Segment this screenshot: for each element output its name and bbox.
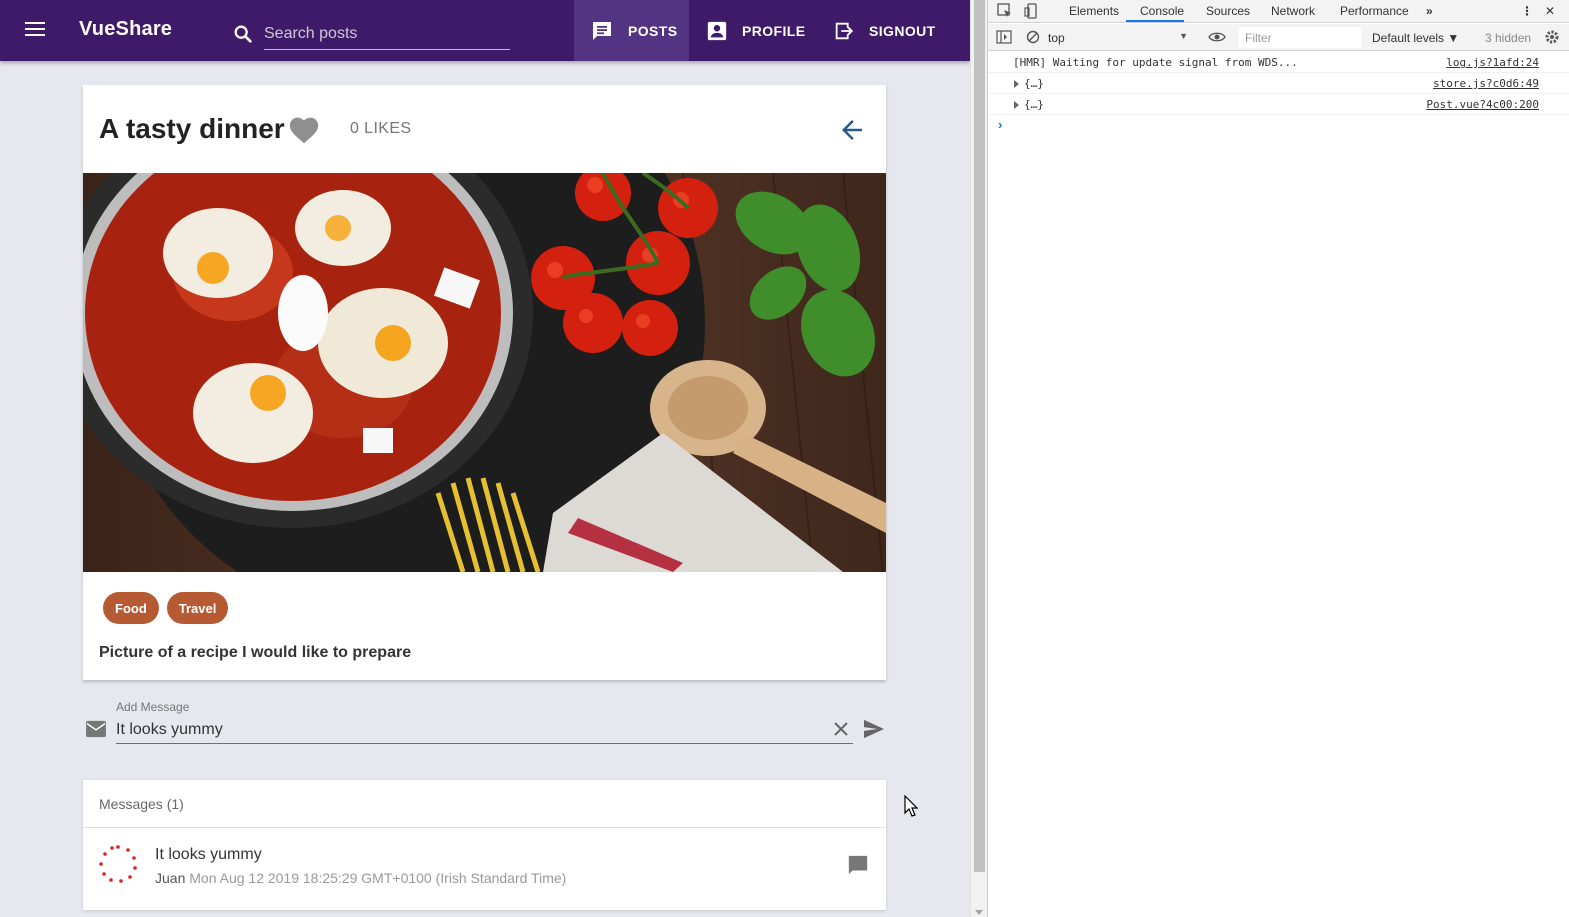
log-message: {…} xyxy=(1024,98,1044,111)
expand-triangle-icon[interactable] xyxy=(1014,80,1019,88)
message-text: It looks yummy xyxy=(155,846,262,863)
tag-chip[interactable]: Travel xyxy=(166,592,229,624)
console-log-row[interactable]: {…} store.js?c0d6:49 xyxy=(988,73,1569,94)
log-message: {…} xyxy=(1024,77,1044,90)
tag-list: Food Travel xyxy=(103,592,229,624)
devtools-tab-performance[interactable]: Performance xyxy=(1340,4,1409,18)
dropdown-caret-icon: ▼ xyxy=(1179,31,1188,41)
expand-triangle-icon[interactable] xyxy=(1014,101,1019,109)
scrollbar-thumb[interactable] xyxy=(974,0,985,872)
message-form: Add Message xyxy=(83,698,886,750)
post-description: Picture of a recipe I would like to prep… xyxy=(99,644,412,661)
nav-signout-button[interactable]: SIGNOUT xyxy=(833,0,936,61)
console-toolbar: top ▼ Default levels ▼ 3 hidden xyxy=(988,24,1569,51)
menu-icon[interactable] xyxy=(20,17,50,43)
console-filter-input[interactable] xyxy=(1239,27,1361,48)
search-icon xyxy=(234,25,252,43)
active-tab-indicator xyxy=(1126,20,1184,22)
post-image xyxy=(83,173,886,572)
log-source-link[interactable]: log.js?1afd:24 xyxy=(1446,56,1539,69)
heart-icon[interactable] xyxy=(287,113,321,145)
message-author: Juan xyxy=(155,870,186,886)
list-item[interactable]: It looks yummy Juan Mon Aug 12 2019 18:2… xyxy=(83,829,886,907)
device-toolbar-icon[interactable] xyxy=(1024,3,1040,19)
kebab-menu-icon[interactable]: ⋮ xyxy=(1521,4,1533,18)
console-log-row[interactable]: {…} Post.vue?4c00:200 xyxy=(988,94,1569,115)
page-scrollbar[interactable] xyxy=(970,0,987,917)
exit-icon xyxy=(835,22,854,39)
more-tabs-icon[interactable]: » xyxy=(1426,4,1433,18)
post-card: A tasty dinner 0 LIKES Food Travel Pictu… xyxy=(83,85,886,680)
search-box xyxy=(232,18,510,51)
context-value: top xyxy=(1048,31,1065,45)
devtools-panel: Elements Console Sources Network Perform… xyxy=(987,0,1569,917)
gear-icon[interactable] xyxy=(1544,29,1560,45)
mouse-cursor-icon xyxy=(904,795,918,817)
app-title[interactable]: VueShare xyxy=(79,18,172,41)
eye-icon[interactable] xyxy=(1208,31,1226,43)
devtools-tab-elements[interactable]: Elements xyxy=(1069,4,1119,18)
sidebar-toggle-icon[interactable] xyxy=(996,30,1012,44)
message-input[interactable] xyxy=(116,716,853,744)
arrow-left-icon[interactable] xyxy=(837,115,867,145)
avatar xyxy=(99,845,137,883)
mail-icon xyxy=(86,720,106,738)
messages-header: Messages (1) xyxy=(83,780,886,828)
console-log-row: [HMR] Waiting for update signal from WDS… xyxy=(988,52,1569,73)
messages-card: Messages (1) It looks yummy Juan Mon Aug… xyxy=(83,780,886,910)
nav-posts-button[interactable]: POSTS xyxy=(574,0,689,61)
send-icon[interactable] xyxy=(863,719,885,739)
chat-icon xyxy=(593,21,611,40)
search-input[interactable] xyxy=(264,18,510,50)
nav-posts-label: POSTS xyxy=(628,22,678,39)
inspect-icon[interactable] xyxy=(997,3,1013,19)
console-prompt[interactable]: › xyxy=(998,117,1002,132)
close-devtools-icon[interactable]: ✕ xyxy=(1545,4,1555,18)
tag-chip[interactable]: Food xyxy=(103,592,159,624)
message-date: Mon Aug 12 2019 18:25:29 GMT+0100 (Irish… xyxy=(189,870,567,886)
post-title: A tasty dinner xyxy=(99,113,285,144)
context-selector[interactable]: top ▼ xyxy=(1048,31,1188,45)
account-box-icon xyxy=(707,21,727,40)
devtools-tab-network[interactable]: Network xyxy=(1271,4,1315,18)
nav-profile-label: PROFILE xyxy=(742,22,806,39)
devtools-tab-console[interactable]: Console xyxy=(1140,4,1184,18)
scroll-down-icon[interactable] xyxy=(975,910,983,915)
nav-signout-label: SIGNOUT xyxy=(869,22,936,39)
close-icon[interactable] xyxy=(833,721,849,737)
nav-profile-button[interactable]: PROFILE xyxy=(706,0,805,61)
log-source-link[interactable]: store.js?c0d6:49 xyxy=(1433,77,1539,90)
hidden-count: 3 hidden xyxy=(1485,31,1532,45)
top-toolbar: VueShare POSTS PROFILE SIGNOUT xyxy=(0,0,970,61)
comment-icon[interactable] xyxy=(847,854,869,876)
clear-console-icon[interactable] xyxy=(1026,30,1040,44)
app-window: VueShare POSTS PROFILE SIGNOUT A tasty d… xyxy=(0,0,970,917)
devtools-tabbar: Elements Console Sources Network Perform… xyxy=(988,0,1569,23)
food-photo xyxy=(83,173,886,572)
log-message: [HMR] Waiting for update signal from WDS… xyxy=(1013,56,1298,69)
likes-count: 0 LIKES xyxy=(350,120,412,137)
devtools-tab-sources[interactable]: Sources xyxy=(1206,4,1250,18)
message-meta: Juan Mon Aug 12 2019 18:25:29 GMT+0100 (… xyxy=(155,870,566,886)
log-source-link[interactable]: Post.vue?4c00:200 xyxy=(1426,98,1539,111)
log-levels-dropdown[interactable]: Default levels ▼ xyxy=(1372,31,1459,45)
message-label: Add Message xyxy=(116,700,190,714)
